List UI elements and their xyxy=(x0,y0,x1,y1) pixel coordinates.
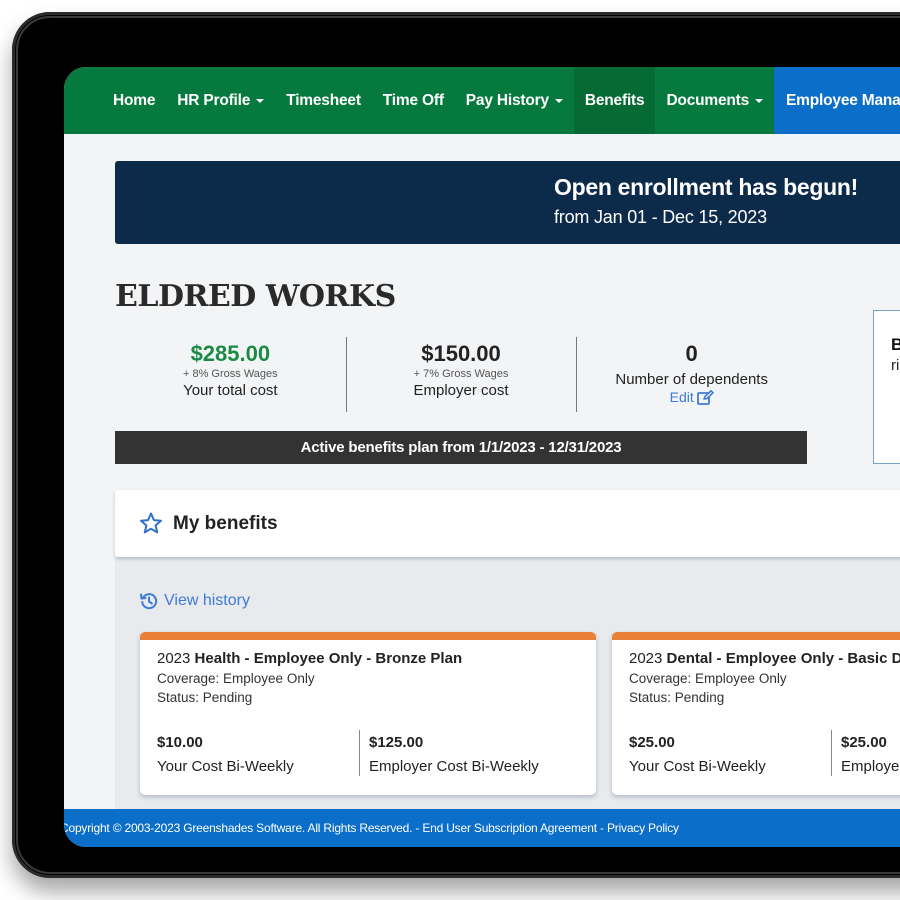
card-your-cost: $10.00 xyxy=(157,734,203,751)
nav-documents[interactable]: Documents xyxy=(655,67,774,134)
your-total-cost: $285.00 + 8% Gross Wages Your total cost xyxy=(115,337,346,412)
history-icon xyxy=(140,593,158,610)
nav-label: HR Profile xyxy=(177,91,251,109)
side-info-panel: Big righ xyxy=(873,310,900,464)
employer-cost-label: Employer cost xyxy=(413,382,509,399)
dependents-label: Number of dependents xyxy=(615,371,768,388)
card-year: 2023 xyxy=(629,650,663,667)
card-employer-cost-label: Employer xyxy=(841,758,900,775)
privacy-policy-link[interactable]: Privacy Policy xyxy=(607,821,679,835)
edit-dependents-link[interactable]: Edit xyxy=(670,389,714,405)
nav-label: Timesheet xyxy=(286,91,361,109)
nav-label: Benefits xyxy=(584,91,645,109)
my-benefits-title: My benefits xyxy=(173,512,278,534)
card-title: 2023 Health - Employee Only - Bronze Pla… xyxy=(157,650,462,667)
employer-cost: $150.00 + 7% Gross Wages Employer cost xyxy=(345,337,577,412)
card-employer-cost-label: Employer Cost Bi-Weekly xyxy=(369,758,539,775)
card-divider xyxy=(831,730,832,776)
copyright-text: Copyright © 2003-2023 Greenshades Softwa… xyxy=(64,821,413,835)
nav-label: Employee Manage xyxy=(786,91,900,109)
card-your-cost-label: Your Cost Bi-Weekly xyxy=(629,758,766,775)
footer-separator: - xyxy=(412,821,423,835)
banner-subtitle: from Jan 01 - Dec 15, 2023 xyxy=(554,207,767,227)
card-title: 2023 Dental - Employee Only - Basic Den xyxy=(629,650,900,667)
footer-separator: - xyxy=(596,821,607,835)
card-plan-name: Health - Employee Only - Bronze Plan xyxy=(194,650,463,667)
benefit-card-dental[interactable]: 2023 Dental - Employee Only - Basic Den … xyxy=(612,632,900,795)
card-employer-cost: $25.00 xyxy=(841,734,887,751)
view-history-link[interactable]: View history xyxy=(140,592,250,610)
view-history-label: View history xyxy=(164,592,250,609)
page-footer: Copyright © 2003-2023 Greenshades Softwa… xyxy=(64,809,900,847)
card-employer-cost: $125.00 xyxy=(369,734,424,751)
caret-down-icon xyxy=(554,98,563,103)
company-name: ELDRED WORKS xyxy=(115,279,396,314)
nav-timesheet[interactable]: Timesheet xyxy=(275,67,372,134)
nav-time-off[interactable]: Time Off xyxy=(372,67,455,134)
your-cost-label: Your total cost xyxy=(183,382,278,399)
edit-label: Edit xyxy=(669,389,694,405)
nav-home[interactable]: Home xyxy=(64,67,166,134)
card-your-cost-label: Your Cost Bi-Weekly xyxy=(157,758,294,775)
banner-title: Open enrollment has begun! xyxy=(554,174,859,200)
your-cost-value: $285.00 xyxy=(190,341,271,366)
card-plan-name: Dental - Employee Only - Basic Den xyxy=(666,650,900,667)
card-year: 2023 xyxy=(157,650,191,667)
caret-down-icon xyxy=(256,98,265,103)
nav-hr-profile[interactable]: HR Profile xyxy=(166,67,275,134)
card-coverage: Coverage: Employee Only xyxy=(629,671,787,686)
side-panel-title: Big xyxy=(891,335,900,354)
dependents: 0 Number of dependents Edit xyxy=(576,337,807,412)
nav-employee-management[interactable]: Employee Manage xyxy=(774,67,900,134)
app-screen: Home HR Profile Timesheet Time Off Pay H… xyxy=(64,67,900,847)
card-status: Status: Pending xyxy=(157,690,253,705)
edit-icon xyxy=(696,389,714,405)
tablet-frame: Home HR Profile Timesheet Time Off Pay H… xyxy=(12,12,900,878)
caret-down-icon xyxy=(755,98,764,103)
your-cost-note: + 8% Gross Wages xyxy=(183,368,278,380)
cost-summary: $285.00 + 8% Gross Wages Your total cost… xyxy=(115,337,807,412)
card-divider xyxy=(359,730,360,776)
side-panel-subtitle: righ xyxy=(891,357,900,374)
card-status: Status: Pending xyxy=(629,690,725,705)
eula-link[interactable]: End User Subscription Agreement xyxy=(422,821,597,835)
active-plan-bar: Active benefits plan from 1/1/2023 - 12/… xyxy=(115,431,807,464)
nav-label: Documents xyxy=(666,91,750,109)
nav-label: Time Off xyxy=(382,91,444,109)
dependents-count: 0 xyxy=(685,341,698,366)
employer-cost-note: + 7% Gross Wages xyxy=(413,368,509,380)
open-enrollment-banner: Open enrollment has begun! from Jan 01 -… xyxy=(115,161,900,244)
employer-cost-value: $150.00 xyxy=(421,341,501,366)
nav-benefits[interactable]: Benefits xyxy=(573,67,656,134)
card-your-cost: $25.00 xyxy=(629,734,675,751)
card-coverage: Coverage: Employee Only xyxy=(157,671,315,686)
star-icon xyxy=(140,512,162,534)
nav-label: Home xyxy=(113,91,156,109)
benefit-card-health[interactable]: 2023 Health - Employee Only - Bronze Pla… xyxy=(140,632,596,795)
my-benefits-header: My benefits xyxy=(115,490,900,557)
main-navbar: Home HR Profile Timesheet Time Off Pay H… xyxy=(64,67,900,134)
nav-pay-history[interactable]: Pay History xyxy=(455,67,574,134)
nav-label: Pay History xyxy=(465,91,549,109)
